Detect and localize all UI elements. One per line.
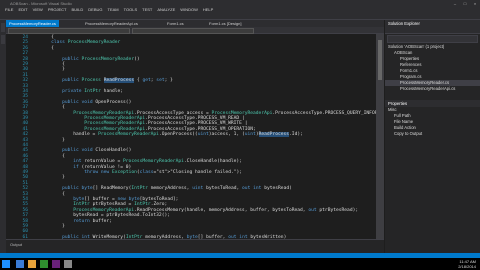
solution-explorer-title: Solution Explorer — [385, 20, 480, 27]
menu-item-edit[interactable]: EDIT — [18, 7, 27, 12]
output-panel: Output — [6, 239, 384, 254]
line-number: 33 — [22, 83, 28, 89]
window-title: AOBScan - Microsoft Visual Studio — [10, 1, 72, 6]
line-number: 57 — [22, 213, 28, 219]
maximize-icon[interactable]: □ — [462, 0, 468, 7]
toolbar — [0, 13, 480, 28]
explorer-taskbar-icon[interactable] — [28, 260, 36, 268]
code-area[interactable]: { class ProcessMemoryReader { public Pro… — [40, 34, 384, 239]
solution-explorer-toolbar — [385, 27, 480, 34]
menu-item-file[interactable]: FILE — [5, 7, 13, 12]
line-number: 28 — [22, 56, 28, 62]
line-number: 58 — [22, 218, 28, 224]
line-number: 45 — [22, 148, 28, 154]
code-line[interactable]: int returnValue = ProcessMemoryReaderApi… — [40, 159, 242, 164]
props-item[interactable]: Copy to Output — [385, 131, 480, 137]
line-number: 53 — [22, 191, 28, 197]
line-number: 27 — [22, 51, 28, 57]
menu-item-project[interactable]: PROJECT — [48, 7, 67, 12]
code-line[interactable]: public void CloseHandle() — [40, 148, 131, 153]
code-line[interactable]: class ProcessMemoryReader — [40, 40, 120, 45]
code-line[interactable]: } — [40, 67, 65, 72]
code-line[interactable]: } — [40, 224, 65, 229]
tab-2[interactable]: Form1.cs — [164, 20, 187, 27]
navigation-bar — [6, 27, 384, 34]
line-number: 50 — [22, 175, 28, 181]
code-line[interactable]: private IntPtr handle; — [40, 89, 123, 94]
code-line[interactable]: public byte[] ReadMemory(IntPtr memoryAd… — [40, 186, 292, 191]
editor-scrollbar[interactable] — [376, 34, 384, 239]
code-line[interactable]: return buffer; — [40, 219, 112, 224]
tab-0[interactable]: ProcessMemoryReader.cs — [6, 20, 59, 27]
window-controls: – □ × — [452, 0, 478, 7]
menu-item-view[interactable]: VIEW — [33, 7, 43, 12]
server-explorer-tab[interactable] — [1, 23, 5, 32]
line-number-gutter: 24 25 26 27 28 29 30 31 32 33 34 35 36 37 38 39 40 41 42 43… — [6, 34, 32, 239]
menu-item-help[interactable]: HELP — [203, 7, 213, 12]
line-number: 43 — [22, 137, 28, 143]
line-number: 47 — [22, 159, 28, 165]
menu-item-debug[interactable]: DEBUG — [88, 7, 102, 12]
document-tabs: ProcessMemoryReader.cs ProcessMemoryReade… — [6, 20, 384, 27]
line-number: 40 — [22, 121, 28, 127]
line-number: 55 — [22, 202, 28, 208]
clock-date: 2/18/2014 — [458, 264, 476, 269]
start-button[interactable] — [2, 260, 10, 268]
solution-explorer-search[interactable] — [387, 35, 478, 43]
menu-item-team[interactable]: TEAM — [108, 7, 119, 12]
scrollbar-thumb[interactable] — [378, 40, 382, 80]
code-line[interactable]: ProcessMemoryReaderApi.ProcessAccessType… — [40, 111, 384, 116]
taskbar: 11:47 AM 2/18/2014 — [0, 258, 480, 270]
app-taskbar-icon[interactable] — [40, 260, 48, 268]
menu-item-analyze[interactable]: ANALYZE — [157, 7, 175, 12]
line-number: 48 — [22, 164, 28, 170]
minimize-icon[interactable]: – — [452, 0, 458, 7]
menu-item-tools[interactable]: TOOLS — [124, 7, 138, 12]
close-icon[interactable]: × — [472, 0, 478, 7]
code-line[interactable]: IntPtr ptrBytesRead = IntPtr.Zero; — [40, 202, 167, 207]
code-line[interactable]: throw new Exception(class="st">"Closing … — [40, 170, 242, 175]
line-number: 60 — [22, 229, 28, 235]
line-number: 25 — [22, 40, 28, 46]
line-number: 35 — [22, 94, 28, 100]
properties-title: Properties — [385, 100, 480, 107]
menu-item-build[interactable]: BUILD — [71, 7, 83, 12]
title-bar: AOBScan - Microsoft Visual Studio – □ × — [0, 0, 480, 7]
code-line[interactable]: bytesRead = ptrBytesRead.ToInt32(); — [40, 213, 170, 218]
tab-3[interactable]: Form1.cs [Design] — [206, 20, 244, 27]
system-clock[interactable]: 11:47 AM 2/18/2014 — [458, 259, 476, 269]
code-editor[interactable]: 24 25 26 27 28 29 30 31 32 33 34 35 36 37 38 39 40 41 42 43… — [6, 34, 384, 239]
line-number: 52 — [22, 186, 28, 192]
line-number: 38 — [22, 110, 28, 116]
toolbox-tab[interactable] — [1, 35, 5, 44]
code-line[interactable]: { — [40, 46, 54, 51]
code-line[interactable]: handle = ProcessMemoryReaderApi.OpenProc… — [40, 132, 303, 138]
menu-item-window[interactable]: WINDOW — [180, 7, 198, 12]
line-number: 30 — [22, 67, 28, 73]
code-line[interactable]: { — [40, 192, 65, 197]
code-line[interactable]: if (returnValue != 0) — [40, 165, 131, 170]
code-line[interactable]: ProcessMemoryReaderApi.ProcessAccessType… — [40, 121, 247, 126]
code-line[interactable]: { — [40, 105, 65, 110]
solution-tree: Solution 'AOBScan' (1 project) AOBScan Pro… — [385, 44, 480, 92]
code-line[interactable]: public ProcessMemoryReader() — [40, 57, 140, 62]
code-line[interactable]: public Process ReadProcess { get; set; } — [40, 78, 173, 84]
solution-explorer-pane: Solution Explorer Solution 'AOBScan' (1 … — [385, 20, 480, 253]
visual-studio-taskbar-icon[interactable] — [52, 260, 60, 268]
tab-1[interactable]: ProcessMemoryReaderApi.cs — [82, 20, 141, 27]
code-line[interactable]: } — [40, 138, 65, 143]
menu-item-test[interactable]: TEST — [142, 7, 152, 12]
app2-taskbar-icon[interactable] — [64, 260, 72, 268]
properties-list: Misc Full Path File Name Build Action Copy t… — [385, 107, 480, 137]
line-number: 32 — [22, 78, 28, 84]
line-number: 37 — [22, 105, 28, 111]
output-panel-label[interactable]: Output — [10, 242, 22, 247]
ie-taskbar-icon[interactable] — [16, 260, 24, 268]
code-line[interactable]: } — [40, 175, 65, 180]
line-number: 42 — [22, 132, 28, 138]
